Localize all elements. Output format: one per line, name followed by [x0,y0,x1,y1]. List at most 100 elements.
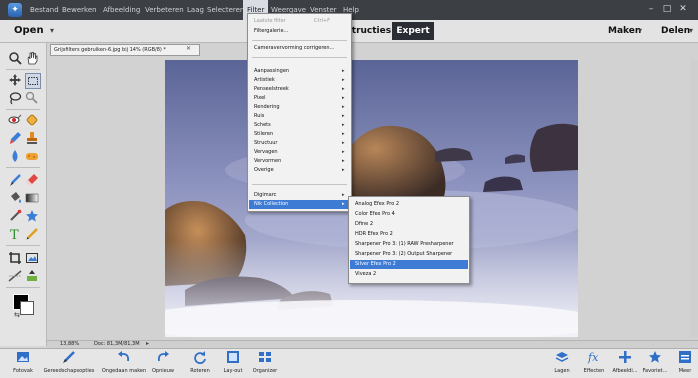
divider [252,184,347,185]
paint-bucket-icon[interactable] [8,191,22,205]
menu-item-sharpener-output[interactable]: Sharpener Pro 3: (2) Output Sharpener [355,250,452,258]
marquee-icon[interactable] [25,73,41,89]
organizer-button[interactable]: Organizer [250,350,280,375]
menu-item-schets[interactable]: Schets [254,121,271,129]
recompose-icon[interactable] [25,251,39,265]
red-eye-icon[interactable] [8,113,22,127]
menu-item-overige[interactable]: Overige [254,166,274,174]
menu-selecteren[interactable]: Selecteren [207,0,244,20]
blur-icon[interactable] [8,149,22,163]
menu-verbeteren[interactable]: Verbeteren [145,0,184,20]
menu-item-silver-efex[interactable]: Silver Efex Pro 2 [355,260,396,268]
menu-item-pixel[interactable]: Pixel [254,94,266,102]
graphics-button[interactable]: Afbeeldi... [610,350,640,375]
crop-icon[interactable] [8,251,22,265]
more-icon [678,350,692,364]
undo-button[interactable]: Ongedaan maken [100,350,148,375]
menu-item-stileren[interactable]: Stileren [254,130,273,138]
filter-menu: Laatste filter Ctrl+F Filtergalerie... C… [247,13,352,212]
menu-afbeelding[interactable]: Afbeelding [103,0,140,20]
eyedropper-icon[interactable] [8,209,22,223]
menu-item-nik-collection[interactable]: Nik Collection [254,200,288,208]
straighten-icon[interactable] [8,269,22,283]
move-icon[interactable] [8,73,22,87]
smart-brush-icon[interactable] [8,131,22,145]
menu-item-vervagen[interactable]: Vervagen [254,148,278,156]
chevron-right-icon[interactable]: ▸ [146,340,149,348]
clone-stamp-icon[interactable] [25,131,39,145]
create-button[interactable]: Maken [608,24,641,38]
brush-icon[interactable] [8,173,22,187]
rotate-button[interactable]: Roteren [185,350,215,375]
star-icon [648,350,662,364]
close-icon[interactable]: ✕ [676,3,690,15]
menu-item-filter-gallery[interactable]: Filtergalerie... [254,27,288,35]
tab-expert[interactable]: Expert [392,22,434,40]
share-button[interactable]: Delen [661,24,690,38]
zoom-readout[interactable]: 13,88% [60,340,79,348]
divider [6,69,40,70]
menu-item-hdr-efex[interactable]: HDR Efex Pro 2 [355,230,393,238]
menu-item-artistiek[interactable]: Artistiek [254,76,275,84]
menu-item-last-filter[interactable]: Laatste filter [254,17,286,25]
favorites-button[interactable]: Favoriet... [640,350,670,375]
menu-bewerken[interactable]: Bewerken [62,0,97,20]
menu-item-viveza[interactable]: Viveza 2 [355,270,376,278]
menu-item-camera-distortion[interactable]: Cameravervorming corrigeren... [254,44,334,52]
undo-icon [117,350,131,364]
menu-item-ruis[interactable]: Ruis [254,112,264,120]
divider [252,57,347,58]
chevron-down-icon[interactable]: ▾ [689,24,693,38]
photo-bin-button[interactable]: Fotovak [8,350,38,375]
sponge-icon[interactable] [25,149,39,163]
type-icon[interactable]: T [8,227,22,241]
background-color-swatch[interactable] [20,301,34,315]
tool-options-icon [62,350,76,364]
app-logo-icon: ✦ [8,3,22,17]
chevron-right-icon: ▸ [342,95,345,101]
minimize-icon[interactable]: – [644,3,658,15]
content-aware-move-icon[interactable] [25,269,39,283]
open-button[interactable]: Open [14,24,44,38]
menu-item-aanpassingen[interactable]: Aanpassingen [254,67,289,75]
menu-item-digimarc[interactable]: Digimarc [254,191,276,199]
spot-healing-icon[interactable] [25,113,39,127]
layout-icon [226,350,240,364]
pencil-icon[interactable] [25,227,39,241]
tool-options-button[interactable]: Gereedschapsopties [40,350,98,375]
swap-colors-icon[interactable]: ⇆ [14,311,20,319]
layout-button[interactable]: Lay-out [219,350,247,375]
hand-icon[interactable] [25,51,39,65]
zoom-icon[interactable] [8,51,22,65]
close-icon[interactable]: ✕ [186,44,191,54]
magic-wand-icon[interactable] [25,91,39,105]
document-size: Doc: 81,3M/81,3M [94,341,140,347]
eraser-icon[interactable] [25,173,39,187]
menu-bestand[interactable]: Bestand [30,0,59,20]
menu-item-analog-efex[interactable]: Analog Efex Pro 2 [355,200,399,208]
vertical-scrollbar[interactable] [690,60,698,337]
lasso-icon[interactable] [8,91,22,105]
menu-item-rendering[interactable]: Rendering [254,103,280,111]
chevron-down-icon[interactable]: ▾ [50,24,54,38]
layers-button[interactable]: Lagen [550,350,574,375]
menu-item-penseelstreek[interactable]: Penseelstreek [254,85,289,93]
menu-laag[interactable]: Laag [187,0,204,20]
redo-button[interactable]: Opnieuw [148,350,178,375]
gradient-icon[interactable] [25,191,39,205]
more-button[interactable]: Meer [674,350,696,375]
effects-button[interactable]: fx Effecten [580,350,608,375]
menu-item-structuur[interactable]: Structuur [254,139,277,147]
menu-item-vervormen[interactable]: Vervormen [254,157,281,165]
chevron-down-icon[interactable]: ▾ [638,24,642,38]
custom-shape-icon[interactable] [25,209,39,223]
document-tab[interactable]: Grijsfilters gebruiken-6.jpg bij 14% (RG… [50,44,200,56]
menu-item-dfine[interactable]: Dfine 2 [355,220,373,228]
chevron-right-icon: ▸ [342,86,345,92]
menu-item-sharpener-raw[interactable]: Sharpener Pro 3: (1) RAW Presharpener [355,240,454,248]
redo-icon [156,350,170,364]
chevron-right-icon: ▸ [342,77,345,83]
maximize-icon[interactable]: □ [660,3,674,15]
menu-item-color-efex[interactable]: Color Efex Pro 4 [355,210,395,218]
divider [6,245,40,246]
